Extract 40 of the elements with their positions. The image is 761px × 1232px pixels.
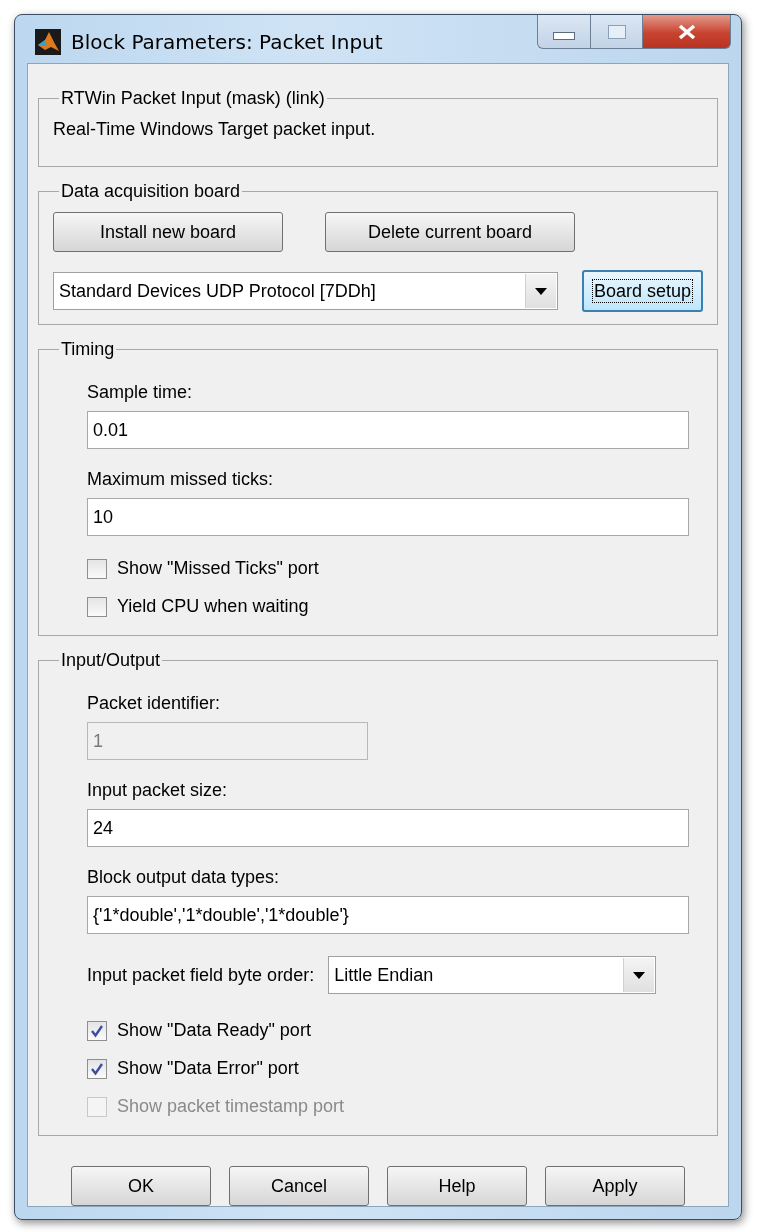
- checkbox[interactable]: [87, 596, 107, 617]
- field-label: Input packet field byte order:: [87, 964, 315, 986]
- checkbox[interactable]: [87, 1020, 107, 1041]
- checkbox[interactable]: [87, 558, 107, 579]
- field-label: Block output data types:: [87, 867, 281, 888]
- checkbox-label: Show "Missed Ticks" port: [117, 558, 319, 579]
- field-label: Maximum missed ticks:: [87, 469, 275, 490]
- description-text: Real-Time Windows Target packet input.: [53, 118, 377, 141]
- checkbox-label: Show packet timestamp port: [117, 1096, 345, 1117]
- dialog-button[interactable]: Cancel: [229, 1166, 369, 1206]
- group-title: Timing: [60, 339, 116, 360]
- checkbox[interactable]: [87, 1058, 107, 1079]
- group-title: Input/Output: [60, 650, 162, 671]
- push-button[interactable]: Install new board: [53, 212, 283, 252]
- minimize-button[interactable]: [537, 15, 591, 49]
- dropdown-arrow-icon: [534, 287, 547, 295]
- byte-order-dropdown[interactable]: Little Endian: [328, 956, 657, 994]
- checkbox-label: Show "Data Ready" port: [117, 1020, 311, 1041]
- text-field[interactable]: {'1*double','1*double','1*double'}: [87, 896, 689, 934]
- dropdown-arrow-icon: [633, 971, 646, 979]
- dialog-button[interactable]: Help: [387, 1166, 527, 1206]
- text-field[interactable]: 10: [87, 498, 689, 536]
- text-field[interactable]: 24: [87, 809, 689, 847]
- group-title: RTWin Packet Input (mask) (link): [60, 88, 326, 109]
- board-setup-button[interactable]: Board setup: [581, 270, 703, 312]
- field-label: Packet identifier:: [87, 693, 222, 714]
- checkbox-label: Show "Data Error" port: [117, 1058, 299, 1079]
- text-field[interactable]: 0.01: [87, 411, 689, 449]
- field-label: Input packet size:: [87, 780, 229, 801]
- group-title: Data acquisition board: [60, 181, 242, 202]
- checkbox-label: Yield CPU when waiting: [117, 596, 309, 617]
- dialog-button[interactable]: OK: [71, 1166, 211, 1206]
- window-title: Block Parameters: Packet Input: [71, 29, 383, 54]
- field-label: Sample time:: [87, 382, 194, 403]
- maximize-button[interactable]: [591, 15, 643, 49]
- board-dropdown[interactable]: Standard Devices UDP Protocol [7DDh]: [53, 272, 558, 310]
- app-icon: [35, 29, 61, 55]
- close-button[interactable]: [643, 15, 731, 49]
- dialog-button[interactable]: Apply: [545, 1166, 685, 1206]
- push-button[interactable]: Delete current board: [325, 212, 575, 252]
